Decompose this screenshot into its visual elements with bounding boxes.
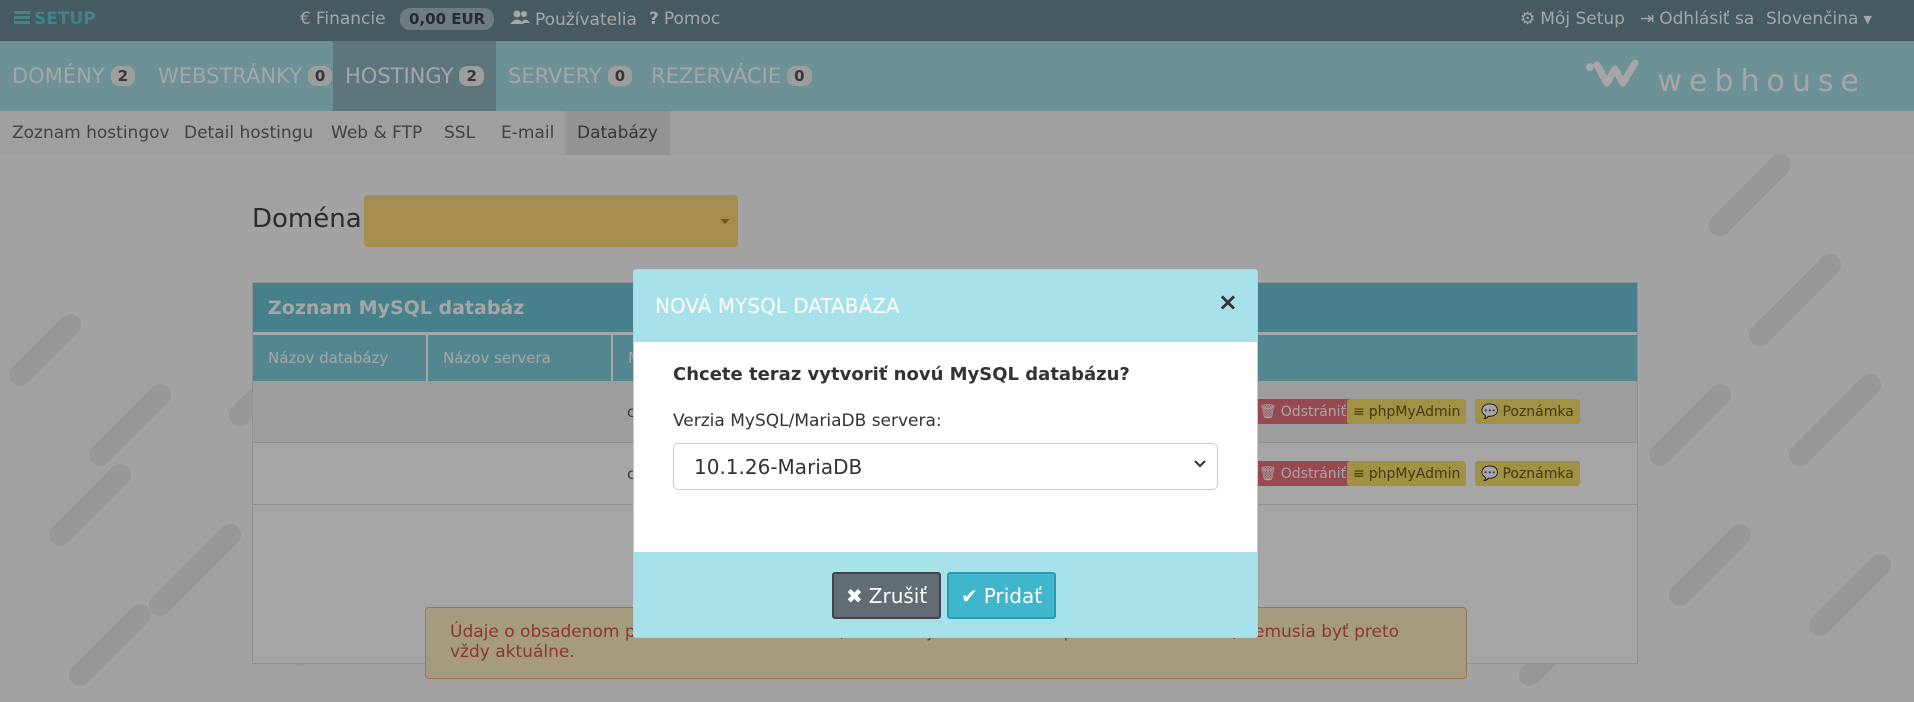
check-icon: ✔ <box>961 583 978 608</box>
cancel-label: Zrušiť <box>868 583 928 608</box>
modal-body: Chcete teraz vytvoriť novú MySQL databáz… <box>634 342 1257 552</box>
cancel-button[interactable]: ✖ Zrušiť <box>832 572 942 619</box>
close-icon: ✖ <box>846 583 863 608</box>
modal-footer: ✖ Zrušiť ✔ Pridať <box>634 552 1257 637</box>
modal-question: Chcete teraz vytvoriť novú MySQL databáz… <box>673 364 1130 385</box>
modal-title: NOVÁ MYSQL DATABÁZA <box>655 294 900 318</box>
add-label: Pridať <box>983 583 1043 608</box>
modal-header: NOVÁ MYSQL DATABÁZA × <box>634 270 1257 342</box>
version-select[interactable]: 10.1.26-MariaDB <box>673 443 1218 490</box>
version-label: Verzia MySQL/MariaDB servera: <box>673 411 942 431</box>
close-icon[interactable]: × <box>1218 290 1238 314</box>
add-button[interactable]: ✔ Pridať <box>947 572 1057 619</box>
chevron-down-icon <box>1193 457 1207 473</box>
new-mysql-database-modal: NOVÁ MYSQL DATABÁZA × Chcete teraz vytvo… <box>633 269 1258 638</box>
version-select-value: 10.1.26-MariaDB <box>694 454 863 479</box>
